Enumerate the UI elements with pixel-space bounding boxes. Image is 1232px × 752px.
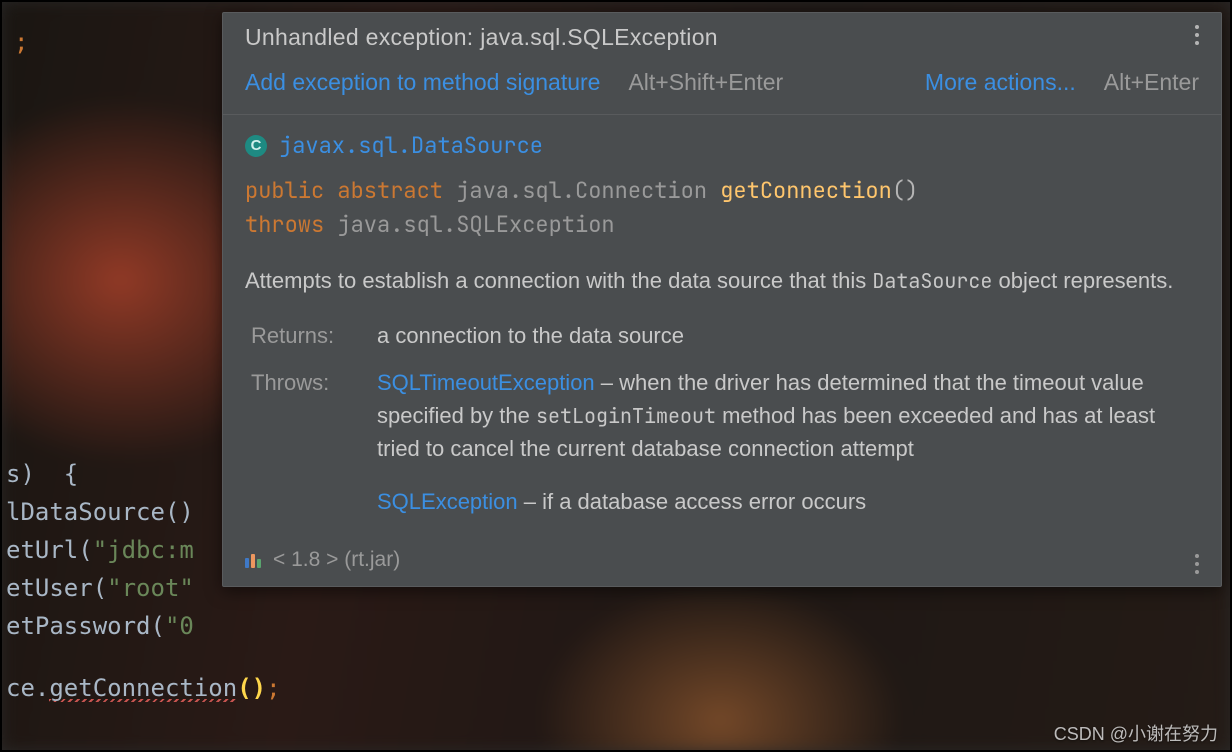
- code-token: s) {: [6, 460, 78, 488]
- code-token: etUser(: [6, 574, 107, 602]
- throws-entry: SQLTimeoutException – when the driver ha…: [377, 366, 1199, 465]
- code-token: etPassword(: [6, 612, 165, 640]
- quick-fix-add-exception[interactable]: Add exception to method signature: [245, 69, 600, 96]
- return-type: java.sql.Connection: [456, 176, 707, 205]
- library-icon: [245, 552, 263, 568]
- bracket-open: (: [237, 674, 251, 702]
- code-token: ;: [14, 28, 28, 56]
- footer-more-menu-button[interactable]: [1183, 550, 1211, 578]
- code-token: ;: [266, 674, 280, 702]
- keyword-abstract: abstract: [337, 176, 443, 205]
- throws-code-ref: setLoginTimeout: [536, 403, 716, 429]
- parens: (): [892, 176, 918, 205]
- throws-text: – if a database access error occurs: [518, 489, 867, 514]
- shortcut-label: Alt+Enter: [1104, 69, 1199, 96]
- inspection-popup: Unhandled exception: java.sql.SQLExcepti…: [222, 12, 1222, 587]
- exception-link[interactable]: SQLTimeoutException: [377, 370, 595, 395]
- more-actions-link[interactable]: More actions...: [925, 69, 1076, 96]
- popup-more-menu-button[interactable]: [1183, 21, 1211, 49]
- popup-header: Unhandled exception: java.sql.SQLExcepti…: [223, 13, 1221, 115]
- desc-text: Attempts to establish a connection with …: [245, 268, 872, 293]
- bracket-close: ): [252, 674, 266, 702]
- shortcut-label: Alt+Shift+Enter: [628, 69, 783, 96]
- code-method-call-error: getConnection: [49, 674, 237, 704]
- class-fqname-link[interactable]: javax.sql.DataSource: [279, 129, 543, 162]
- jdk-library-label: < 1.8 > (rt.jar): [273, 548, 400, 572]
- code-token: ce.: [6, 674, 49, 702]
- keyword-public: public: [245, 176, 324, 205]
- keyword-throws: throws: [245, 210, 324, 239]
- exception-link[interactable]: SQLException: [377, 489, 518, 514]
- class-icon: C: [245, 135, 267, 157]
- javadoc-panel: C javax.sql.DataSource public abstract j…: [223, 115, 1221, 542]
- code-string: "jdbc:m: [93, 536, 194, 564]
- throws-entry: SQLException – if a database access erro…: [377, 485, 1199, 518]
- returns-label: Returns:: [251, 319, 367, 352]
- javadoc-tags: Returns: a connection to the data source…: [251, 319, 1199, 522]
- method-signature: public abstract java.sql.Connection getC…: [245, 174, 1199, 242]
- desc-text: object represents.: [992, 268, 1173, 293]
- watermark: CSDN @小谢在努力: [1054, 720, 1218, 746]
- code-token: etUrl(: [6, 536, 93, 564]
- desc-code-ref: DataSource: [872, 268, 992, 294]
- code-token: lDataSource(): [6, 498, 194, 526]
- throws-label: Throws:: [251, 366, 367, 522]
- throws-type: java.sql.SQLException: [337, 210, 614, 239]
- javadoc-description: Attempts to establish a connection with …: [245, 264, 1199, 297]
- method-name: getConnection: [720, 176, 892, 205]
- exception-title: Unhandled exception: java.sql.SQLExcepti…: [245, 24, 1199, 51]
- returns-text: a connection to the data source: [377, 319, 1199, 352]
- popup-footer: < 1.8 > (rt.jar): [223, 542, 1221, 586]
- code-string: "0: [165, 612, 194, 640]
- code-string: "root": [107, 574, 194, 602]
